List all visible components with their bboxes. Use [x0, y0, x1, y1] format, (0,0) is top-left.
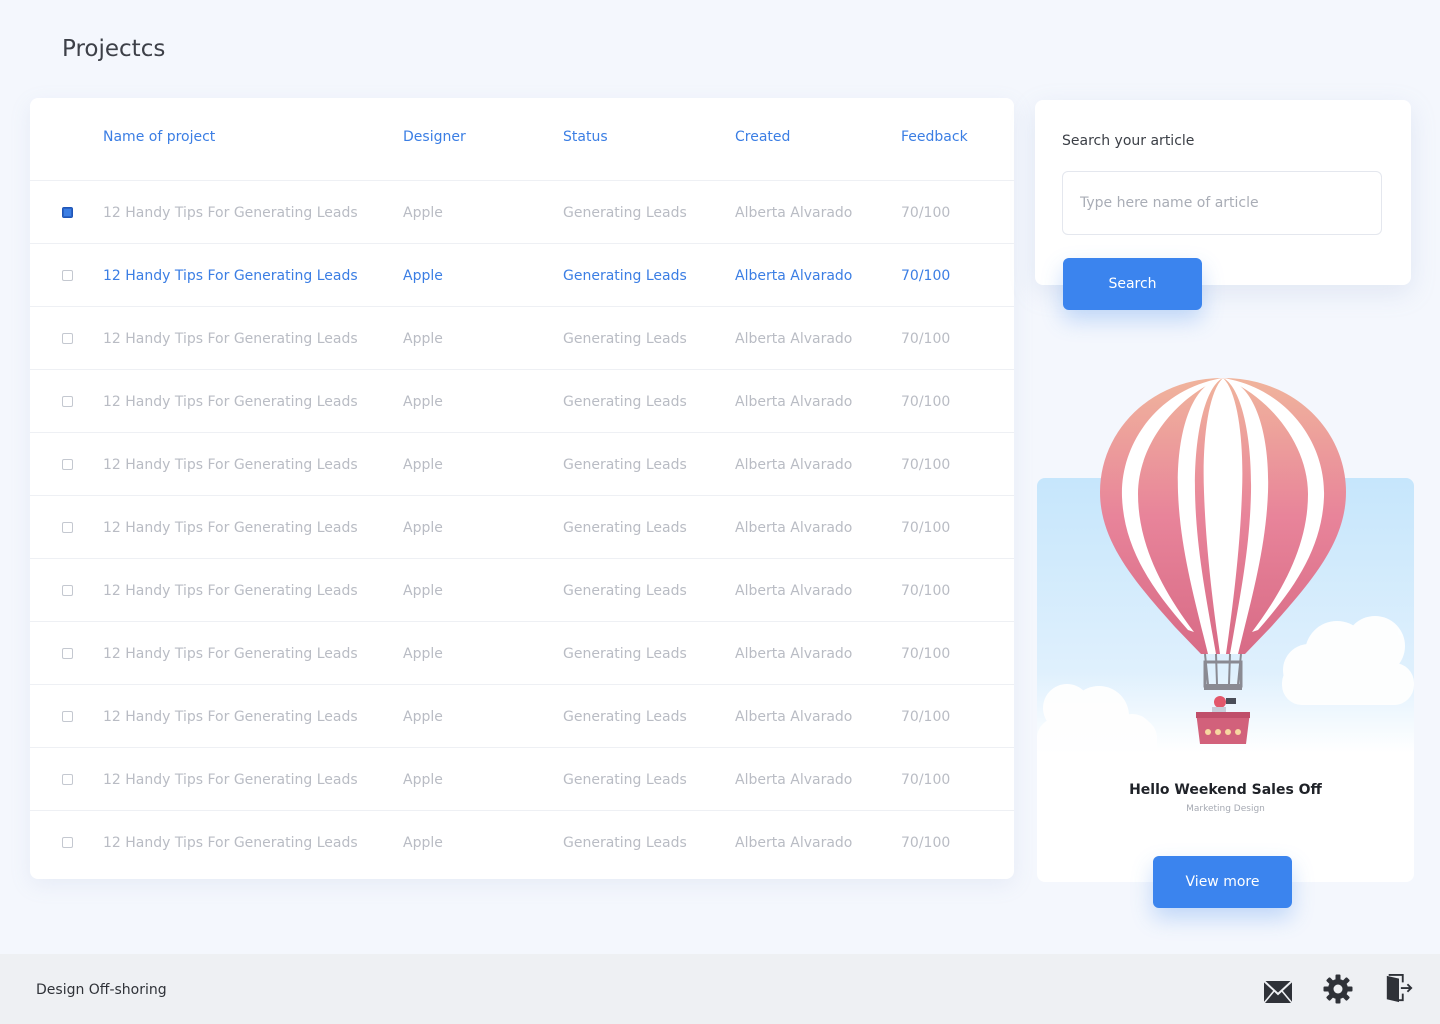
cell-name: 12 Handy Tips For Generating Leads	[103, 205, 358, 221]
cell-status: Generating Leads	[563, 772, 687, 788]
cell-name: 12 Handy Tips For Generating Leads	[103, 520, 358, 536]
cell-feedback: 70/100	[901, 646, 951, 662]
column-header-designer[interactable]: Designer	[403, 129, 466, 145]
mail-icon[interactable]	[1263, 977, 1293, 1007]
row-checkbox[interactable]	[62, 774, 73, 785]
cell-feedback: 70/100	[901, 835, 951, 851]
cell-feedback: 70/100	[901, 268, 951, 284]
cell-designer: Apple	[403, 835, 443, 851]
row-checkbox[interactable]	[62, 585, 73, 596]
cell-name: 12 Handy Tips For Generating Leads	[103, 835, 358, 851]
column-header-feedback[interactable]: Feedback	[901, 129, 968, 145]
table-row[interactable]: 12 Handy Tips For Generating Leads Apple G…	[30, 685, 1014, 748]
table-row[interactable]: 12 Handy Tips For Generating Leads Apple G…	[30, 559, 1014, 622]
gear-icon[interactable]	[1323, 974, 1353, 1004]
cell-name: 12 Handy Tips For Generating Leads	[103, 709, 358, 725]
cell-designer: Apple	[403, 709, 443, 725]
cell-created: Alberta Alvarado	[735, 394, 853, 410]
row-checkbox[interactable]	[62, 396, 73, 407]
table-row[interactable]: 12 Handy Tips For Generating Leads Apple G…	[30, 622, 1014, 685]
cell-created: Alberta Alvarado	[735, 583, 853, 599]
table-row[interactable]: 12 Handy Tips For Generating Leads Apple G…	[30, 370, 1014, 433]
cell-status: Generating Leads	[563, 457, 687, 473]
cell-created: Alberta Alvarado	[735, 646, 853, 662]
footer: Design Off-shoring	[0, 954, 1440, 1024]
row-checkbox[interactable]	[62, 711, 73, 722]
cell-name: 12 Handy Tips For Generating Leads	[103, 646, 358, 662]
table-row[interactable]: 12 Handy Tips For Generating Leads Apple G…	[30, 244, 1014, 307]
cell-feedback: 70/100	[901, 205, 951, 221]
row-checkbox[interactable]	[62, 207, 73, 218]
search-input[interactable]	[1062, 171, 1382, 235]
cell-feedback: 70/100	[901, 394, 951, 410]
cell-status: Generating Leads	[563, 709, 687, 725]
page-title: Projectcs	[62, 36, 166, 62]
cell-status: Generating Leads	[563, 394, 687, 410]
column-header-created[interactable]: Created	[735, 129, 790, 145]
view-more-button[interactable]: View more	[1153, 856, 1292, 908]
cell-designer: Apple	[403, 583, 443, 599]
promo-subtitle: Marketing Design	[1186, 804, 1265, 814]
cell-created: Alberta Alvarado	[735, 709, 853, 725]
cell-designer: Apple	[403, 331, 443, 347]
cell-designer: Apple	[403, 205, 443, 221]
search-button[interactable]: Search	[1063, 258, 1202, 310]
cell-feedback: 70/100	[901, 520, 951, 536]
cell-feedback: 70/100	[901, 457, 951, 473]
cell-created: Alberta Alvarado	[735, 835, 853, 851]
cell-status: Generating Leads	[563, 331, 687, 347]
cell-name: 12 Handy Tips For Generating Leads	[103, 583, 358, 599]
table-row[interactable]: 12 Handy Tips For Generating Leads Apple G…	[30, 496, 1014, 559]
cell-created: Alberta Alvarado	[735, 520, 853, 536]
cell-created: Alberta Alvarado	[735, 268, 853, 284]
cell-status: Generating Leads	[563, 520, 687, 536]
cell-status: Generating Leads	[563, 583, 687, 599]
cell-status: Generating Leads	[563, 646, 687, 662]
table-row[interactable]: 12 Handy Tips For Generating Leads Apple G…	[30, 181, 1014, 244]
cell-created: Alberta Alvarado	[735, 205, 853, 221]
cell-name: 12 Handy Tips For Generating Leads	[103, 772, 358, 788]
table-row[interactable]: 12 Handy Tips For Generating Leads Apple G…	[30, 307, 1014, 370]
promo-title: Hello Weekend Sales Off	[1129, 782, 1322, 798]
cell-name: 12 Handy Tips For Generating Leads	[103, 457, 358, 473]
row-checkbox[interactable]	[62, 333, 73, 344]
cell-designer: Apple	[403, 520, 443, 536]
cell-feedback: 70/100	[901, 331, 951, 347]
column-header-name[interactable]: Name of project	[103, 129, 215, 145]
cell-name: 12 Handy Tips For Generating Leads	[103, 268, 358, 284]
cell-designer: Apple	[403, 772, 443, 788]
cell-feedback: 70/100	[901, 583, 951, 599]
table-row[interactable]: 12 Handy Tips For Generating Leads Apple G…	[30, 811, 1014, 874]
cell-status: Generating Leads	[563, 205, 687, 221]
table-row[interactable]: 12 Handy Tips For Generating Leads Apple G…	[30, 433, 1014, 496]
table-header: Name of project Designer Status Created …	[30, 98, 1014, 181]
cell-feedback: 70/100	[901, 772, 951, 788]
row-checkbox[interactable]	[62, 522, 73, 533]
row-checkbox[interactable]	[62, 270, 73, 281]
hot-air-balloon-illustration	[1100, 378, 1346, 744]
footer-label: Design Off-shoring	[36, 982, 167, 998]
cell-designer: Apple	[403, 457, 443, 473]
cell-status: Generating Leads	[563, 835, 687, 851]
table-row[interactable]: 12 Handy Tips For Generating Leads Apple G…	[30, 748, 1014, 811]
cell-created: Alberta Alvarado	[735, 331, 853, 347]
cell-name: 12 Handy Tips For Generating Leads	[103, 331, 358, 347]
cell-name: 12 Handy Tips For Generating Leads	[103, 394, 358, 410]
projects-table: Name of project Designer Status Created …	[30, 98, 1014, 879]
cell-designer: Apple	[403, 646, 443, 662]
column-header-status[interactable]: Status	[563, 129, 608, 145]
cell-status: Generating Leads	[563, 268, 687, 284]
cell-created: Alberta Alvarado	[735, 772, 853, 788]
cell-designer: Apple	[403, 268, 443, 284]
row-checkbox[interactable]	[62, 648, 73, 659]
cell-created: Alberta Alvarado	[735, 457, 853, 473]
search-heading: Search your article	[1062, 133, 1195, 149]
cell-designer: Apple	[403, 394, 443, 410]
row-checkbox[interactable]	[62, 837, 73, 848]
row-checkbox[interactable]	[62, 459, 73, 470]
cell-feedback: 70/100	[901, 709, 951, 725]
exit-icon[interactable]	[1384, 973, 1414, 1003]
